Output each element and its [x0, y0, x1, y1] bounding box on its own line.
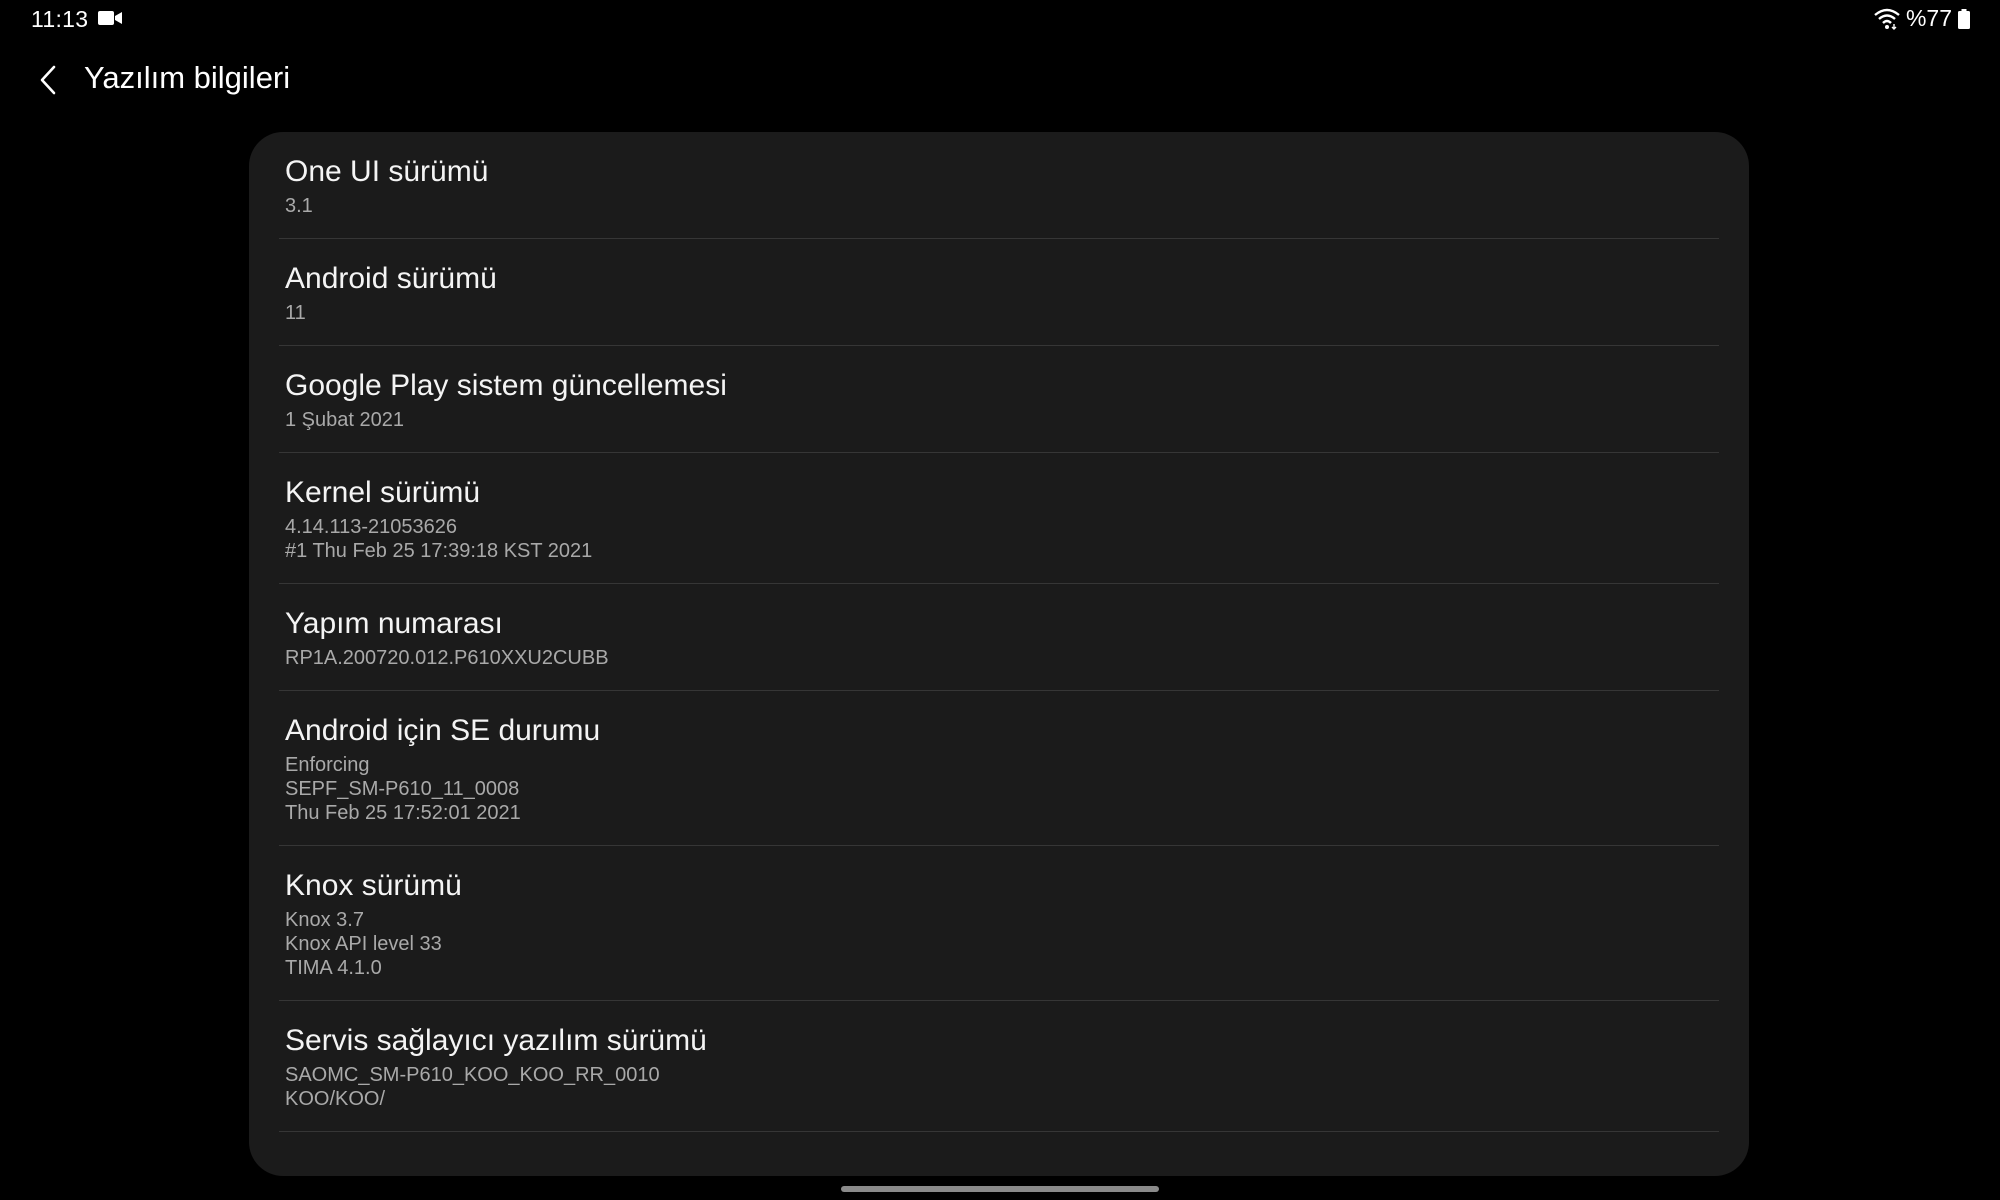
list-item-service-provider-sw-version[interactable]: Servis sağlayıcı yazılım sürümü SAOMC_SM…	[249, 1001, 1749, 1131]
item-title: Yapım numarası	[285, 607, 503, 640]
item-value: SAOMC_SM-P610_KOO_KOO_RR_0010	[285, 1064, 660, 1086]
item-value: 1 Şubat 2021	[285, 409, 404, 431]
battery-icon	[1958, 8, 1970, 29]
item-title: Android sürümü	[285, 262, 497, 295]
chevron-left-icon	[40, 65, 56, 95]
list-item-android-version[interactable]: Android sürümü 11	[249, 239, 1749, 345]
item-value: 4.14.113-21053626	[285, 516, 458, 538]
item-value: KOO/KOO/	[285, 1088, 386, 1110]
item-value: Knox 3.7	[285, 909, 364, 931]
page-title: Yazılım bilgileri	[84, 60, 291, 95]
item-title: Kernel sürümü	[285, 476, 481, 509]
screen: 11:13 %77 Yazılım bilgileri One UI sürüm…	[0, 0, 2000, 1200]
status-bar: 11:13 %77	[0, 0, 2000, 38]
list-item-one-ui-version[interactable]: One UI sürümü 3.1	[249, 132, 1749, 238]
item-value: 11	[285, 302, 306, 324]
app-header: Yazılım bilgileri	[0, 52, 2000, 108]
item-value: #1 Thu Feb 25 17:39:18 KST 2021	[285, 540, 593, 562]
item-value: Knox API level 33	[285, 933, 442, 955]
back-button[interactable]	[24, 56, 72, 104]
navigation-gesture-handle[interactable]	[841, 1186, 1159, 1192]
item-value: Enforcing	[285, 754, 370, 776]
item-value: RP1A.200720.012.P610XXU2CUBB	[285, 647, 609, 669]
video-camera-icon	[98, 11, 122, 25]
battery-percent: %77	[1905, 5, 1952, 31]
item-value: TIMA 4.1.0	[285, 957, 382, 979]
divider	[279, 1131, 1719, 1132]
item-value: SEPF_SM-P610_11_0008	[285, 778, 520, 800]
list-item-build-number[interactable]: Yapım numarası RP1A.200720.012.P610XXU2C…	[249, 584, 1749, 690]
item-value: 3.1	[285, 195, 313, 217]
item-title: Google Play sistem güncellemesi	[285, 369, 727, 402]
list-item-kernel-version[interactable]: Kernel sürümü 4.14.113-21053626 #1 Thu F…	[249, 453, 1749, 583]
list-item-knox-version[interactable]: Knox sürümü Knox 3.7 Knox API level 33 T…	[249, 846, 1749, 1000]
item-title: Knox sürümü	[285, 869, 462, 902]
status-time: 11:13	[31, 6, 89, 32]
item-title: One UI sürümü	[285, 155, 489, 188]
item-title: Servis sağlayıcı yazılım sürümü	[285, 1024, 707, 1057]
item-value: Thu Feb 25 17:52:01 2021	[285, 802, 521, 824]
status-right: %77	[1874, 5, 1970, 32]
item-title: Android için SE durumu	[285, 714, 601, 747]
list-item-se-status[interactable]: Android için SE durumu Enforcing SEPF_SM…	[249, 691, 1749, 845]
list-item-google-play-system-update[interactable]: Google Play sistem güncellemesi 1 Şubat …	[249, 346, 1749, 452]
wifi-icon	[1874, 8, 1900, 30]
software-info-card: One UI sürümü 3.1 Android sürümü 11 Goog…	[249, 132, 1749, 1176]
